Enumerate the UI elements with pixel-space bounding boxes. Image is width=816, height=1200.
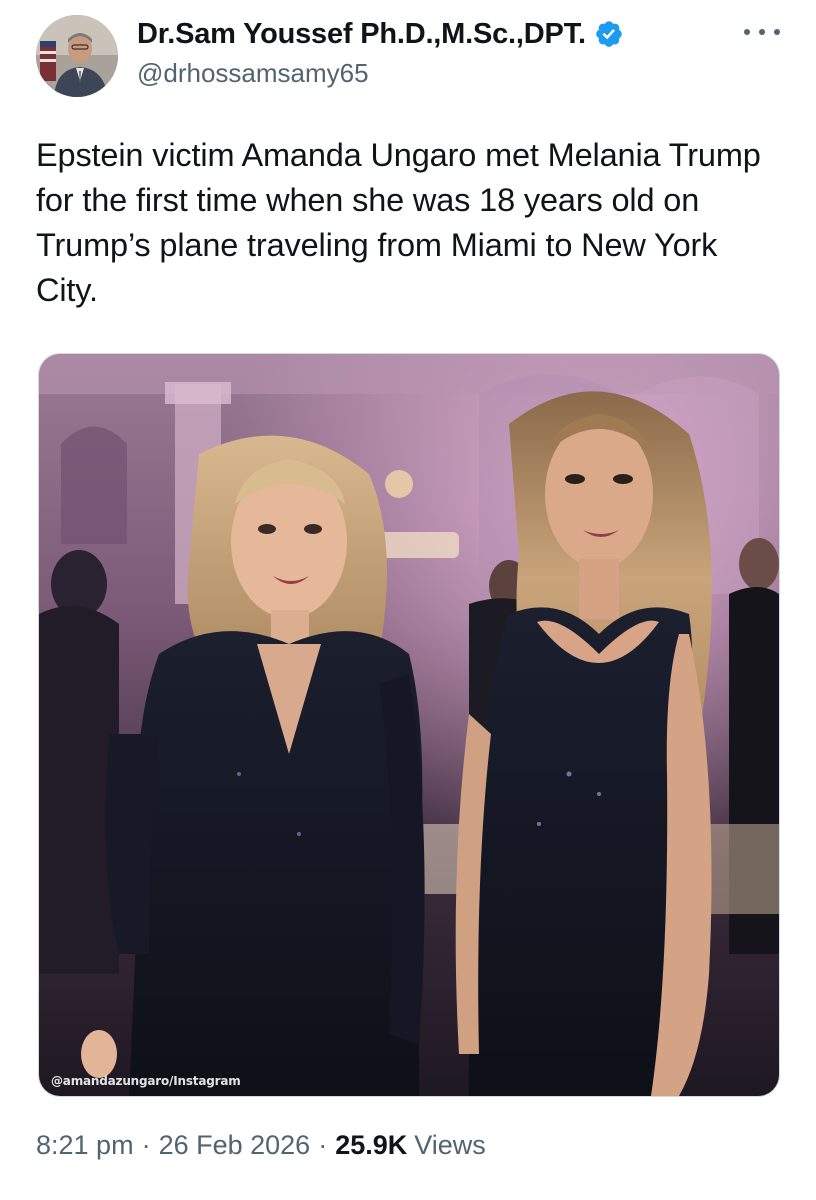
more-horizontal-icon-dot-2 bbox=[759, 29, 765, 35]
author-handle[interactable]: @drhossamsamy65 bbox=[137, 58, 716, 89]
photo-watermark: @amandazungaro/Instagram bbox=[51, 1074, 241, 1088]
more-options-button[interactable] bbox=[744, 20, 780, 44]
more-horizontal-icon-dot-3 bbox=[774, 29, 780, 35]
tweet-date[interactable]: 26 Feb 2026 bbox=[159, 1130, 311, 1161]
views-label: Views bbox=[414, 1130, 486, 1160]
avatar-image bbox=[36, 15, 118, 97]
meta-separator: · bbox=[318, 1130, 328, 1160]
views-count: 25.9K bbox=[335, 1130, 408, 1160]
tweet-photo[interactable]: @amandazungaro/Instagram bbox=[38, 353, 780, 1097]
meta-separator: · bbox=[141, 1130, 151, 1160]
photo-image bbox=[39, 354, 779, 1096]
author-block: Dr.Sam Youssef Ph.D.,M.Sc.,DPT. @drhossa… bbox=[137, 14, 716, 89]
more-horizontal-icon-dot-1 bbox=[744, 29, 750, 35]
tweet-meta: 8:21 pm · 26 Feb 2026 · 25.9K Views bbox=[36, 1130, 486, 1161]
verified-badge-icon[interactable] bbox=[594, 19, 624, 49]
tweet-time[interactable]: 8:21 pm bbox=[36, 1130, 134, 1161]
author-name-row: Dr.Sam Youssef Ph.D.,M.Sc.,DPT. bbox=[137, 14, 716, 54]
author-display-name[interactable]: Dr.Sam Youssef Ph.D.,M.Sc.,DPT. bbox=[137, 18, 586, 51]
tweet-text: Epstein victim Amanda Ungaro met Melania… bbox=[36, 137, 761, 308]
avatar[interactable] bbox=[36, 15, 118, 97]
